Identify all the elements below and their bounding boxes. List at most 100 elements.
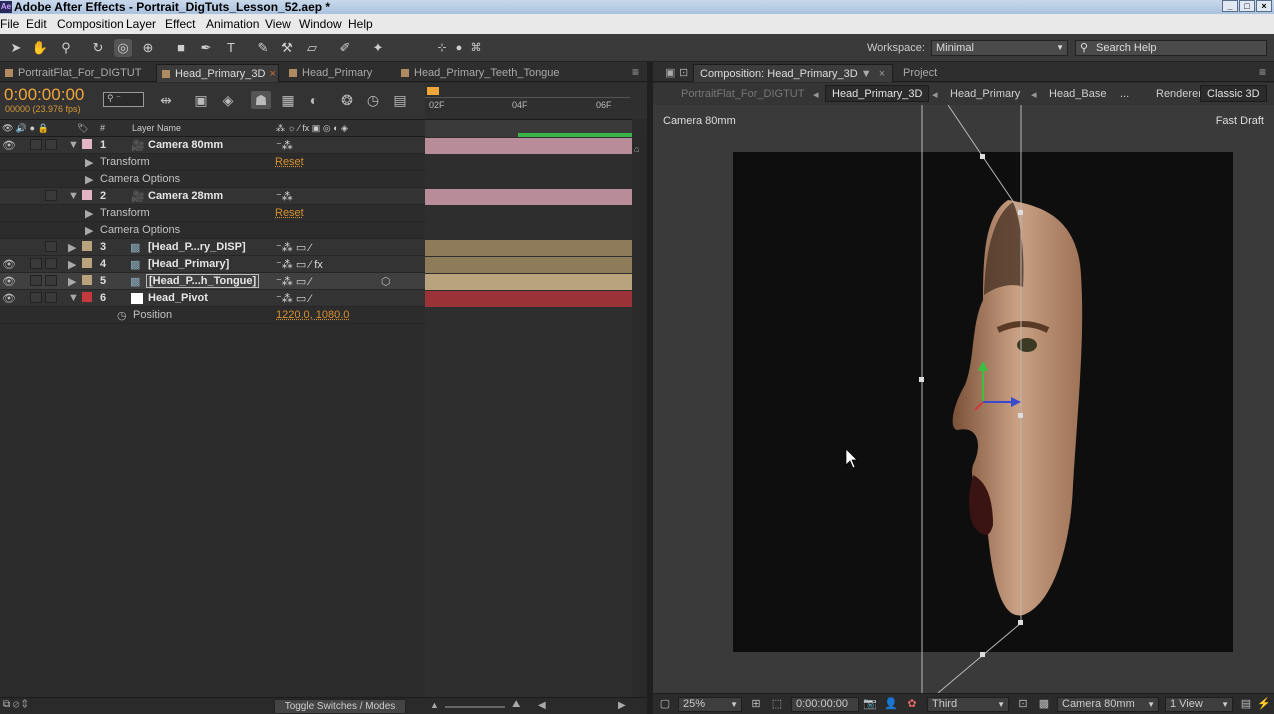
eraser-tool-icon[interactable]: ▱ [303,39,321,57]
rectangle-tool-icon[interactable]: ■ [172,39,190,57]
mask-visibility-icon[interactable]: ⬚ [769,697,785,712]
tab-head-primary-teeth-tongue[interactable]: Head_Primary_Teeth_Tongue [396,64,566,82]
track-camera-tool-icon[interactable]: ⊕ [139,39,157,57]
motion-blur-icon[interactable]: ◐ [304,91,324,109]
expand-triangle-icon[interactable]: ▶ [85,173,93,186]
work-area-bar[interactable] [425,119,632,137]
menu-layer[interactable]: Layer [126,17,156,31]
av-features-header-icon[interactable]: 👁 🔊 ● 🔒 [2,123,49,134]
renderer-select[interactable]: Classic 3D [1200,85,1267,102]
safe-margins-icon[interactable]: ⊞ [748,697,764,712]
expand-triangle-icon[interactable]: ▼ [68,190,79,202]
comp-mini-flowchart-icon[interactable]: ⇹ [156,91,176,109]
layer-row[interactable]: ▶ 3 ▩ [Head_P...ry_DISP] ⁻⁂ ▭ ⁄ [0,239,425,256]
close-tab-icon[interactable]: × [879,68,885,80]
tab-composition-viewer[interactable]: Composition: Head_Primary_3D ▼ × [693,64,893,82]
menu-animation[interactable]: Animation [206,17,259,31]
lock-switch[interactable] [45,139,57,150]
visibility-eye-icon[interactable]: 👁 [2,258,16,271]
position-value[interactable]: 1220.0, 1080.0 [276,309,349,321]
layer-name[interactable]: Camera 80mm [148,139,223,151]
layer-duration-bar[interactable] [425,240,632,256]
layer-row[interactable]: 👁 ▼ 1 🎥 Camera 80mm ⁻⁂ [0,137,425,154]
expand-triangle-icon[interactable]: ▶ [68,275,76,288]
layer-name[interactable]: [Head_P...ry_DISP] [148,241,246,253]
roto-brush-tool-icon[interactable]: ✐ [336,39,354,57]
lock-switch[interactable] [45,190,57,201]
property-row[interactable]: ▶ Camera Options [0,222,425,239]
snapshot-icon[interactable]: 📷 [862,697,878,712]
menu-effect[interactable]: Effect [165,17,195,31]
expand-triangle-icon[interactable]: ▶ [85,156,93,169]
property-row[interactable]: ▶ Transform Reset [0,154,425,171]
tab-head-primary-3d[interactable]: Head_Primary_3D × [156,64,279,82]
transparency-grid-icon[interactable]: ▩ [1036,697,1052,712]
stopwatch-icon[interactable]: ◷ [117,309,127,322]
solo-switch[interactable] [30,292,42,303]
view-axis-mode-icon[interactable]: ⌘ [467,39,485,57]
lock-switch[interactable] [45,292,57,303]
shy-switch-icon[interactable]: ⁻⁂ ▭ ⁄ [276,292,311,305]
magnification-select[interactable]: 25% ▼ [678,697,742,712]
tab-project[interactable]: Project [899,64,959,82]
region-of-interest-icon[interactable]: ⊡ [1015,697,1031,712]
layer-name[interactable]: [Head_P...h_Tongue] [146,274,260,288]
active-camera-select[interactable]: Camera 80mm ▼ [1057,697,1159,712]
world-axis-mode-icon[interactable]: ● [450,39,468,57]
time-ruler[interactable]: 02F 04F 06F [425,83,647,119]
expand-triangle-icon[interactable]: ▶ [85,224,93,237]
lock-viewer-icon[interactable]: ▣ [665,66,675,79]
menu-window[interactable]: Window [299,17,342,31]
workspace-select[interactable]: Minimal ▼ [931,40,1068,56]
maximize-button[interactable]: □ [1239,0,1255,12]
lock-switch[interactable] [45,241,57,252]
crumb-more[interactable]: ... [1120,88,1129,100]
layer-search-input[interactable]: ⚲ ⁻ [103,92,144,107]
menu-view[interactable]: View [265,17,291,31]
live-update-icon[interactable]: ▣ [191,91,211,109]
puppet-pin-tool-icon[interactable]: ✦ [369,39,387,57]
toggle-switches-modes-button[interactable]: Toggle Switches / Modes [274,699,406,714]
label-color-swatch[interactable] [82,190,92,200]
menu-composition[interactable]: Composition [57,17,124,31]
composition-viewer[interactable]: Camera 80mm Fast Draft [653,105,1274,693]
label-color-swatch[interactable] [82,241,92,251]
playhead-icon[interactable] [427,87,439,95]
view-layout-select[interactable]: 1 View ▼ [1165,697,1233,712]
layer-switches-icon[interactable]: ⧉ ⊘ ⇕ [3,699,28,710]
layer-duration-bar[interactable] [425,274,632,290]
layer-row[interactable]: 👁 ▶ 5 ▩ [Head_P...h_Tongue] ⁻⁂ ▭ ⁄ ⬡ [0,273,425,290]
close-tab-icon[interactable]: × [269,68,275,80]
crumb-head-base[interactable]: Head_Base [1049,88,1107,100]
zoom-tool-icon[interactable]: ⚲ [57,39,75,57]
fast-previews-icon[interactable]: ⚡ [1256,697,1272,712]
menu-file[interactable]: File [0,17,19,31]
tab-portraitflat[interactable]: PortraitFlat_For_DIGTUT [0,64,152,82]
expand-triangle-icon[interactable]: ▶ [68,258,76,271]
crumb-head-primary[interactable]: Head_Primary [950,88,1020,100]
lock-switch[interactable] [45,258,57,269]
shy-switch-icon[interactable]: ⁻⁂ ▭ ⁄ [276,275,311,288]
show-snapshot-icon[interactable]: 👤 [883,697,899,712]
brush-tool-icon[interactable]: ✎ [254,39,272,57]
shy-layers-icon[interactable]: ☗ [251,91,271,109]
type-tool-icon[interactable]: T [222,39,240,57]
solo-switch[interactable] [30,275,42,286]
layer-name[interactable]: [Head_Primary] [148,258,229,270]
layer-duration-bar[interactable] [425,189,632,205]
crumb-portraitflat[interactable]: PortraitFlat_For_DIGTUT [681,88,804,100]
layer-duration-bar[interactable] [425,138,632,154]
reset-link[interactable]: Reset [275,207,304,219]
chevron-down-icon[interactable]: ▼ [861,68,872,80]
layer-duration-bar[interactable] [425,291,632,307]
3d-layer-cube-icon[interactable]: ⬡ [381,275,391,288]
frame-blending-icon[interactable]: ▦ [278,91,298,109]
local-axis-mode-icon[interactable]: ⊹ [433,39,451,57]
graph-editor-icon[interactable]: ▤ [390,91,410,109]
layer-name[interactable]: Camera 28mm [148,190,223,202]
current-timecode[interactable]: 0:00:00:00 [4,85,84,105]
clone-stamp-tool-icon[interactable]: ⚒ [278,39,296,57]
label-color-swatch[interactable] [82,258,92,268]
label-color-swatch[interactable] [82,139,92,149]
zoom-slider[interactable] [445,706,505,708]
